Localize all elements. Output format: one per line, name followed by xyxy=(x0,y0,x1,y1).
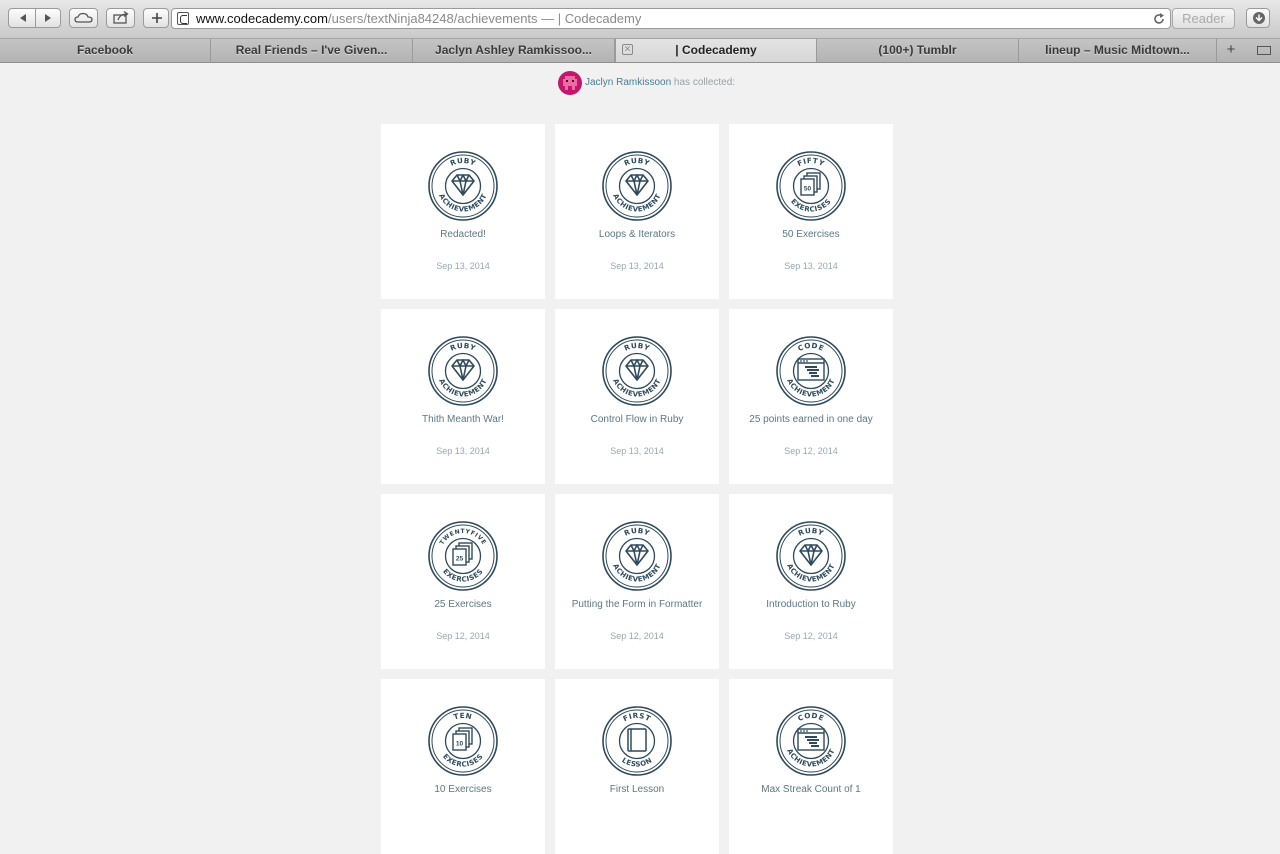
achievement-title: Introduction to Ruby xyxy=(766,599,856,610)
browser-toolbar: www.codecademy.com/users/textNinja84248/… xyxy=(0,0,1280,39)
badge-pages-icon: TEN EXERCISES 10 xyxy=(428,706,498,776)
badge-gem-icon: RUBYACHIEVEMENT xyxy=(602,151,672,221)
cloud-icon xyxy=(74,12,93,23)
back-forward-buttons[interactable] xyxy=(8,8,61,28)
achievement-card[interactable]: RUBY ACHIEVEMENT Control Flow in Ruby Sep… xyxy=(555,309,719,484)
achievement-date: Sep 13, 2014 xyxy=(610,446,664,456)
new-tab-plus-icon[interactable]: + xyxy=(1220,39,1242,62)
achievement-title: Thith Meanth War! xyxy=(422,414,504,425)
svg-text:10: 10 xyxy=(456,741,464,748)
badge-pages-icon: FIFTY EXERCISES 50 xyxy=(776,151,846,221)
codecademy-favicon-icon xyxy=(177,12,189,25)
plus-icon xyxy=(152,13,162,23)
avatar[interactable] xyxy=(558,71,582,95)
downloads-button[interactable] xyxy=(1246,8,1270,28)
achievement-card[interactable]: CODE ACHIEVEMENT 25 points earned in one … xyxy=(729,309,893,484)
achievement-date: Sep 13, 2014 xyxy=(436,261,490,271)
badge-gem-icon: RUBYACHIEVEMENT xyxy=(428,336,498,406)
badge-top-text: RUBY xyxy=(623,156,652,168)
achievement-date: Sep 12, 2014 xyxy=(784,631,838,641)
badge-top-text: RUBY xyxy=(623,341,652,353)
svg-text:25: 25 xyxy=(456,556,464,563)
tab-codecademy[interactable]: ✕ | Codecademy xyxy=(615,39,817,62)
achievement-date: Sep 12, 2014 xyxy=(610,631,664,641)
badge-code-window-icon: CODEACHIEVEMENT xyxy=(776,706,846,776)
collected-label: Jaclyn Ramkissoon has collected: xyxy=(585,77,736,88)
badge-gem-icon: RUBYACHIEVEMENT xyxy=(602,336,672,406)
url-text: www.codecademy.com/users/textNinja84248/… xyxy=(196,11,642,26)
badge-bottom-text: EXERCISES xyxy=(441,567,485,583)
badge-top-text: RUBY xyxy=(449,341,478,353)
achievement-card[interactable]: FIRST LESSON First Lesson xyxy=(555,679,719,854)
achievement-date: Sep 13, 2014 xyxy=(784,261,838,271)
badge-top-text: FIRST xyxy=(621,711,652,723)
badge-top-text: RUBY xyxy=(797,526,826,538)
badge-top-text: CODE xyxy=(796,341,825,353)
achievement-card[interactable]: TEN EXERCISES 10 10 Exercises xyxy=(381,679,545,854)
svg-text:50: 50 xyxy=(804,186,812,193)
tab-bar: Facebook Real Friends – I've Given... Ja… xyxy=(0,39,1280,63)
achievement-card[interactable]: TWENTYFIVE EXERCISES 25 25 Exercises Sep 1… xyxy=(381,494,545,669)
badge-code-window-icon: CODEACHIEVEMENT xyxy=(776,336,846,406)
achievement-card[interactable]: RUBY ACHIEVEMENT Introduction to Ruby Sep… xyxy=(729,494,893,669)
achievement-title: Control Flow in Ruby xyxy=(590,414,684,425)
badge-top-text: FIFTY xyxy=(796,156,827,168)
show-all-tabs-icon[interactable] xyxy=(1250,39,1280,62)
badge-top-text: RUBY xyxy=(449,156,478,168)
reader-button[interactable]: Reader xyxy=(1172,8,1235,29)
achievement-date: Sep 12, 2014 xyxy=(436,631,490,641)
icloud-tabs-button[interactable] xyxy=(69,8,98,28)
close-tab-icon[interactable]: ✕ xyxy=(622,44,633,55)
share-icon xyxy=(113,10,129,24)
achievement-title: First Lesson xyxy=(609,784,665,795)
achievement-card[interactable]: FIFTY EXERCISES 50 50 Exercises Sep 13, 20… xyxy=(729,124,893,299)
tab-jaclyn-ramkissoon[interactable]: Jaclyn Ashley Ramkissoo... xyxy=(413,39,615,62)
tab-codecademy-label: | Codecademy xyxy=(675,43,757,57)
badge-gem-icon: RUBYACHIEVEMENT xyxy=(602,521,672,591)
add-bookmark-button[interactable] xyxy=(143,8,169,28)
achievement-card[interactable]: RUBY ACHIEVEMENT Thith Meanth War! Sep 13… xyxy=(381,309,545,484)
achievement-card[interactable]: RUBY ACHIEVEMENT Redacted! Sep 13, 2014 xyxy=(381,124,545,299)
reload-icon[interactable] xyxy=(1152,12,1166,26)
badge-top-text: TEN xyxy=(453,711,474,721)
achievement-title: Redacted! xyxy=(440,229,486,240)
badge-bottom-text: EXERCISES xyxy=(789,197,833,213)
achievement-date: Sep 13, 2014 xyxy=(610,261,664,271)
achievement-card[interactable]: CODE ACHIEVEMENT Max Streak Count of 1 xyxy=(729,679,893,854)
achievement-title: Putting the Form in Formatter xyxy=(571,599,703,610)
share-button[interactable] xyxy=(106,8,135,28)
user-name-link[interactable]: Jaclyn Ramkissoon xyxy=(585,77,671,88)
tab-lineup-music-midtown[interactable]: lineup – Music Midtown... xyxy=(1019,39,1217,62)
achievement-title: 25 Exercises xyxy=(434,599,492,610)
badge-top-text: CODE xyxy=(796,711,825,723)
achievement-date: Sep 13, 2014 xyxy=(436,446,490,456)
achievement-title: 10 Exercises xyxy=(434,784,492,795)
badge-bottom-text: EXERCISES xyxy=(441,752,485,768)
tab-tumblr[interactable]: (100+) Tumblr xyxy=(817,39,1019,62)
download-icon xyxy=(1253,12,1265,24)
achievement-title: 50 Exercises xyxy=(782,229,840,240)
pixel-avatar-icon xyxy=(563,76,577,90)
achievement-title: 25 points earned in one day xyxy=(749,414,873,425)
badge-top-text: RUBY xyxy=(623,526,652,538)
achievement-card[interactable]: RUBY ACHIEVEMENT Putting the Form in Form… xyxy=(555,494,719,669)
badge-book-icon: FIRSTLESSON xyxy=(602,706,672,776)
badge-gem-icon: RUBYACHIEVEMENT xyxy=(776,521,846,591)
tab-facebook[interactable]: Facebook xyxy=(0,39,211,62)
badge-pages-icon: TWENTYFIVEEXERCISES25 xyxy=(428,521,498,591)
achievement-card[interactable]: RUBY ACHIEVEMENT Loops & Iterators Sep 13… xyxy=(555,124,719,299)
achievement-title: Loops & Iterators xyxy=(598,229,676,240)
badge-gem-icon: RUBYACHIEVEMENT xyxy=(428,151,498,221)
achievement-title: Max Streak Count of 1 xyxy=(761,784,861,795)
address-bar[interactable]: www.codecademy.com/users/textNinja84248/… xyxy=(171,8,1171,29)
achievement-date: Sep 12, 2014 xyxy=(784,446,838,456)
tab-real-friends[interactable]: Real Friends – I've Given... xyxy=(211,39,413,62)
